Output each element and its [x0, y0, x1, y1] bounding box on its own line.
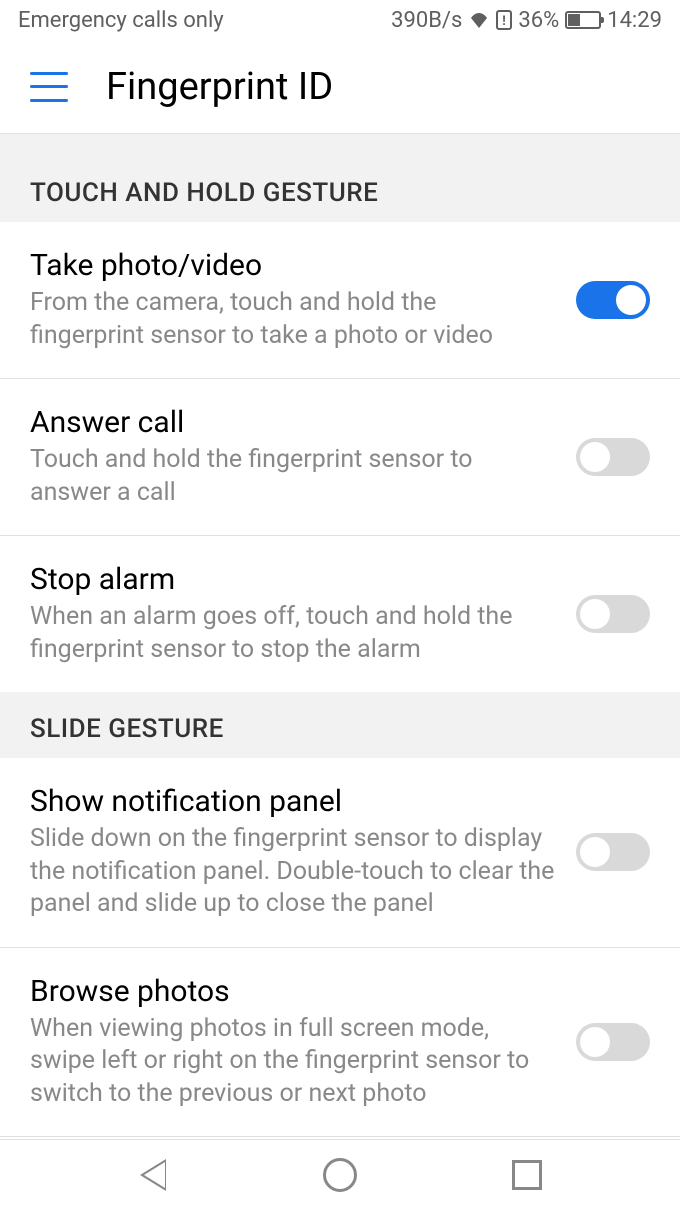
section-header-slide: SLIDE GESTURE	[0, 692, 680, 758]
battery-percent: 36%	[518, 8, 559, 33]
status-bar: Emergency calls only 390B/s ! 36% 14:29	[0, 0, 680, 40]
toggle-take-photo[interactable]	[576, 281, 650, 319]
setting-desc: From the camera, touch and hold the fing…	[30, 287, 556, 352]
toggle-notification-panel[interactable]	[576, 833, 650, 871]
toggle-answer-call[interactable]	[576, 438, 650, 476]
setting-title: Stop alarm	[30, 562, 556, 597]
setting-take-photo[interactable]: Take photo/video From the camera, touch …	[0, 222, 680, 379]
section-gap	[0, 134, 680, 156]
network-status-text: Emergency calls only	[18, 8, 224, 33]
sim-warning-icon: !	[496, 10, 512, 30]
status-right: 390B/s ! 36% 14:29	[391, 8, 662, 33]
home-button[interactable]	[321, 1156, 359, 1194]
clock-time: 14:29	[607, 8, 662, 33]
page-title: Fingerprint ID	[106, 65, 333, 109]
app-header: Fingerprint ID	[0, 40, 680, 134]
setting-desc: Slide down on the fingerprint sensor to …	[30, 823, 556, 921]
section-header-touch-hold: TOUCH AND HOLD GESTURE	[0, 156, 680, 222]
section-slide: Show notification panel Slide down on th…	[0, 758, 680, 1136]
setting-title: Answer call	[30, 405, 556, 440]
section-touch-hold: Take photo/video From the camera, touch …	[0, 222, 680, 692]
toggle-stop-alarm[interactable]	[576, 595, 650, 633]
back-icon	[140, 1159, 166, 1191]
settings-scroll[interactable]: TOUCH AND HOLD GESTURE Take photo/video …	[0, 134, 680, 1139]
svg-text:!: !	[503, 14, 507, 29]
home-icon	[323, 1158, 357, 1192]
back-button[interactable]	[134, 1156, 172, 1194]
recent-icon	[512, 1160, 542, 1190]
menu-icon[interactable]	[30, 72, 68, 102]
battery-icon	[565, 11, 601, 29]
data-rate: 390B/s	[391, 8, 462, 33]
setting-title: Browse photos	[30, 974, 556, 1009]
setting-title: Show notification panel	[30, 784, 556, 819]
setting-desc: Touch and hold the fingerprint sensor to…	[30, 444, 556, 509]
setting-notification-panel[interactable]: Show notification panel Slide down on th…	[0, 758, 680, 948]
recent-button[interactable]	[508, 1156, 546, 1194]
setting-title: Take photo/video	[30, 248, 556, 283]
wifi-icon	[468, 11, 490, 29]
setting-desc: When viewing photos in full screen mode,…	[30, 1013, 556, 1111]
setting-answer-call[interactable]: Answer call Touch and hold the fingerpri…	[0, 379, 680, 536]
toggle-browse-photos[interactable]	[576, 1023, 650, 1061]
nav-bar	[0, 1139, 680, 1209]
setting-stop-alarm[interactable]: Stop alarm When an alarm goes off, touch…	[0, 536, 680, 692]
setting-desc: When an alarm goes off, touch and hold t…	[30, 601, 556, 666]
setting-browse-photos[interactable]: Browse photos When viewing photos in ful…	[0, 948, 680, 1137]
